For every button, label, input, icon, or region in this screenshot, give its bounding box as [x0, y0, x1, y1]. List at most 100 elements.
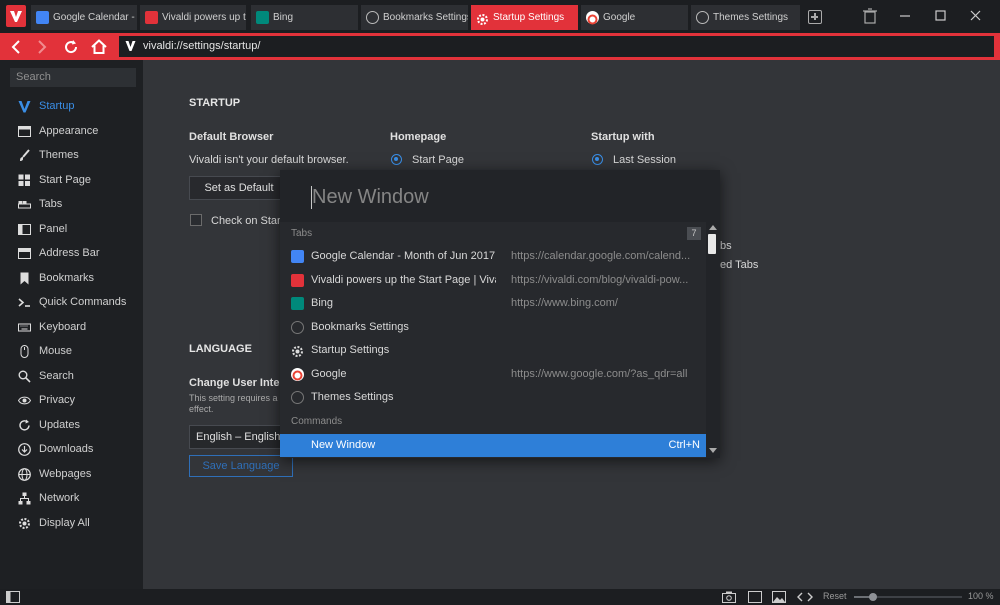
panel-icon — [18, 224, 31, 235]
sidebar-item-network[interactable]: Network — [0, 487, 143, 509]
tab-bookmarks-settings[interactable]: Bookmarks Settings — [361, 5, 469, 30]
start-page-radio[interactable] — [391, 154, 402, 165]
settings-icon — [366, 11, 379, 24]
tab-bing[interactable]: Bing — [251, 5, 359, 30]
sidebar-item-keyboard[interactable]: Keyboard — [0, 316, 143, 338]
quick-command-new-window[interactable]: New Window Ctrl+N — [280, 434, 706, 457]
bookmark-icon — [20, 272, 29, 285]
new-tab-button[interactable] — [808, 10, 822, 24]
tiling-icon[interactable] — [748, 591, 762, 603]
quick-command-tab-row[interactable]: Google Calendar - Month of Jun 2017 http… — [280, 245, 706, 268]
save-language-button[interactable]: Save Language — [189, 455, 293, 477]
keyboard-shortcut: Ctrl+N — [668, 439, 700, 451]
tab-vivaldi-blog[interactable]: Vivaldi powers up the Start Page — [140, 5, 247, 30]
google-icon — [291, 368, 304, 381]
language-select[interactable]: English – English — [189, 425, 289, 449]
sidebar-item-appearance[interactable]: Appearance — [0, 120, 143, 142]
startup-heading: STARTUP — [189, 97, 241, 109]
tabs-heading: Tabs — [291, 228, 313, 239]
sidebar-item-label: Mouse — [39, 345, 73, 357]
quick-command-tab-row[interactable]: Google https://www.google.com/?as_qdr=al… — [280, 363, 706, 386]
sidebar-item-label: Keyboard — [39, 321, 87, 333]
mouse-icon — [20, 345, 29, 358]
tab-label: Themes Settings — [713, 12, 789, 23]
check-on-start-label: Check on Start — [211, 215, 284, 227]
network-icon — [18, 492, 31, 505]
quick-commands-dialog: New Window Tabs Google Calendar - Month … — [280, 170, 720, 458]
quick-commands-input[interactable]: New Window — [280, 170, 720, 222]
sidebar-item-webpages[interactable]: Webpages — [0, 463, 143, 485]
quick-command-tab-row[interactable]: Vivaldi powers up the Start Page | Viva.… — [280, 269, 706, 292]
zoom-slider[interactable] — [854, 593, 962, 601]
sidebar-item-display-all[interactable]: Display All — [0, 512, 143, 534]
quick-command-tab-row[interactable]: Bookmarks Settings — [280, 316, 706, 339]
quick-command-tab-row[interactable]: Themes Settings — [280, 386, 706, 409]
quick-command-tab-row[interactable]: Bing https://www.bing.com/ — [280, 292, 706, 315]
tab-themes-settings[interactable]: Themes Settings — [691, 5, 801, 30]
tabs-count-badge: 7 — [687, 227, 701, 240]
zoom-slider-knob[interactable] — [869, 593, 878, 601]
camera-icon[interactable] — [722, 591, 736, 603]
row-title: Bing — [311, 297, 334, 309]
sidebar-item-label: Display All — [39, 517, 90, 529]
default-browser-status: Vivaldi isn't your default browser. — [189, 154, 349, 166]
search-icon — [18, 370, 31, 383]
settings-search-input[interactable]: Search — [10, 68, 136, 87]
page-actions-icon[interactable] — [797, 591, 813, 603]
tab-google-calendar[interactable]: Google Calendar - Month of Jun 2017 — [31, 5, 138, 30]
forward-button[interactable] — [32, 37, 52, 57]
sidebar-item-address-bar[interactable]: Address Bar — [0, 242, 143, 264]
scrollbar-thumb[interactable] — [708, 234, 716, 254]
row-title: Bookmarks Settings — [311, 321, 409, 333]
sidebar-item-privacy[interactable]: Privacy — [0, 389, 143, 411]
url-input[interactable]: vivaldi://settings/startup/ — [119, 36, 994, 57]
quick-commands-scrollbar[interactable] — [706, 222, 720, 458]
set-as-default-button[interactable]: Set as Default — [189, 176, 289, 200]
sidebar-item-themes[interactable]: Themes — [0, 144, 143, 166]
close-window-button[interactable] — [963, 6, 987, 26]
settings-icon — [696, 11, 709, 24]
minimize-button[interactable] — [893, 6, 917, 26]
panel-toggle-icon[interactable] — [6, 591, 20, 603]
sidebar-item-quick-commands[interactable]: Quick Commands — [0, 291, 143, 313]
back-button[interactable] — [6, 37, 26, 57]
startup-option-label: bs — [720, 240, 732, 252]
maximize-button[interactable] — [928, 6, 952, 26]
sidebar-item-downloads[interactable]: Downloads — [0, 438, 143, 460]
tab-startup-settings[interactable]: Startup Settings — [471, 5, 579, 30]
settings-sidebar: Search Startup Appearance Themes Start P… — [0, 60, 143, 589]
tab-label: Bookmarks Settings — [383, 12, 468, 23]
image-icon[interactable] — [772, 591, 786, 603]
chevron-left-icon — [11, 40, 20, 54]
sidebar-item-label: Panel — [39, 223, 68, 235]
sidebar-item-start-page[interactable]: Start Page — [0, 169, 143, 191]
sidebar-item-panel[interactable]: Panel — [0, 218, 143, 240]
text-caret — [311, 186, 312, 209]
reload-button[interactable] — [61, 37, 81, 57]
address-bar-icon — [18, 248, 31, 259]
sidebar-item-startup[interactable]: Startup — [0, 95, 143, 117]
sidebar-item-tabs[interactable]: Tabs — [0, 193, 143, 215]
download-icon — [18, 443, 31, 456]
zoom-level: 100 % — [968, 591, 994, 601]
sidebar-item-bookmarks[interactable]: Bookmarks — [0, 267, 143, 289]
check-on-start-checkbox[interactable] — [190, 214, 202, 226]
home-button[interactable] — [89, 37, 109, 57]
sidebar-item-search[interactable]: Search — [0, 365, 143, 387]
row-url: https://www.google.com/?as_qdr=all — [511, 368, 688, 380]
tabs-icon — [18, 201, 31, 209]
tab-google[interactable]: Google — [581, 5, 689, 30]
sidebar-item-mouse[interactable]: Mouse — [0, 340, 143, 362]
sidebar-item-updates[interactable]: Updates — [0, 414, 143, 436]
url-text: vivaldi://settings/startup/ — [143, 40, 261, 52]
row-title: Google — [311, 368, 347, 380]
home-icon — [91, 39, 107, 54]
google-icon — [586, 11, 599, 25]
vivaldi-menu-button[interactable] — [6, 5, 26, 27]
sidebar-item-label: Network — [39, 492, 80, 504]
last-session-radio[interactable] — [592, 154, 603, 165]
row-title: Google Calendar - Month of Jun 2017 — [311, 250, 496, 262]
quick-command-tab-row[interactable]: Startup Settings — [280, 339, 706, 362]
zoom-reset-button[interactable]: Reset — [823, 591, 847, 601]
trash-icon[interactable] — [858, 6, 882, 26]
